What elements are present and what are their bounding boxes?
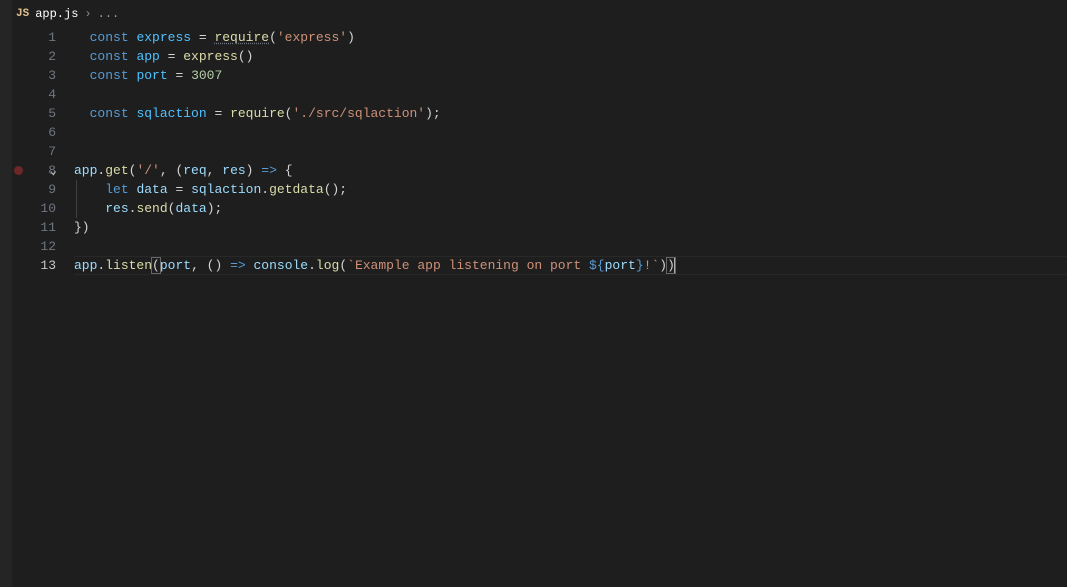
code-line[interactable]: app.listen(port, () => console.log(`Exam…: [74, 256, 1067, 275]
editor-main: JS app.js › ... 1 2 3 4 5 6 7: [12, 0, 1067, 587]
line-number[interactable]: 9: [26, 180, 56, 199]
line-number-gutter[interactable]: 1 2 3 4 5 6 7 8⌄ 9 10 11 12 13: [26, 28, 70, 587]
line-number[interactable]: 13: [26, 256, 56, 275]
breadcrumb-separator-icon: ›: [84, 7, 91, 21]
code-line[interactable]: }): [74, 218, 1067, 237]
line-number[interactable]: 3: [26, 66, 56, 85]
code-line[interactable]: app.get('/', (req, res) => {: [74, 161, 1067, 180]
line-number[interactable]: 8⌄: [26, 161, 56, 180]
text-cursor: [674, 258, 675, 273]
line-number[interactable]: 7: [26, 142, 56, 161]
line-number[interactable]: 6: [26, 123, 56, 142]
line-number[interactable]: 12: [26, 237, 56, 256]
code-editor[interactable]: 1 2 3 4 5 6 7 8⌄ 9 10 11 12 13 const exp…: [12, 28, 1067, 587]
code-line[interactable]: [74, 85, 1067, 104]
code-line[interactable]: [74, 142, 1067, 161]
line-number[interactable]: 1: [26, 28, 56, 47]
fold-chevron-icon[interactable]: ⌄: [50, 162, 57, 181]
code-line[interactable]: res.send(data);: [74, 199, 1067, 218]
line-number[interactable]: 2: [26, 47, 56, 66]
breadcrumb-rest[interactable]: ...: [98, 7, 120, 21]
tab-breadcrumb-bar[interactable]: JS app.js › ...: [12, 0, 1067, 28]
tab-filename[interactable]: app.js: [35, 7, 78, 21]
code-line[interactable]: [74, 123, 1067, 142]
activity-bar-sliver: [0, 0, 12, 587]
code-line[interactable]: let data = sqlaction.getdata();: [74, 180, 1067, 199]
code-content[interactable]: const express = require('express') const…: [70, 28, 1067, 587]
code-line[interactable]: const express = require('express'): [74, 28, 1067, 47]
breakpoint-column[interactable]: [12, 28, 26, 587]
js-file-icon: JS: [16, 8, 29, 20]
line-number[interactable]: 4: [26, 85, 56, 104]
code-line[interactable]: const port = 3007: [74, 66, 1067, 85]
line-number[interactable]: 11: [26, 218, 56, 237]
line-number[interactable]: 10: [26, 199, 56, 218]
breakpoint-hint-icon[interactable]: [14, 166, 23, 175]
line-number[interactable]: 5: [26, 104, 56, 123]
code-line[interactable]: [74, 237, 1067, 256]
code-line[interactable]: const sqlaction = require('./src/sqlacti…: [74, 104, 1067, 123]
code-line[interactable]: const app = express(): [74, 47, 1067, 66]
